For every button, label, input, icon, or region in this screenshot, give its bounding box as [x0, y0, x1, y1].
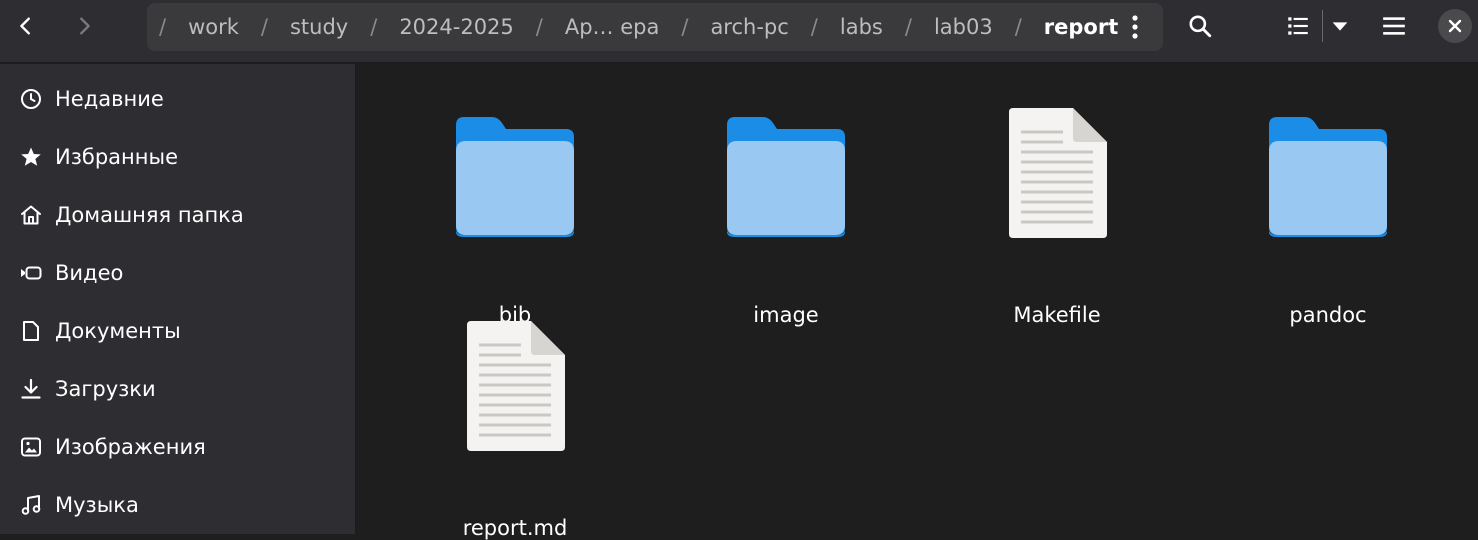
sidebar-item-label: Недавние — [55, 87, 164, 111]
search-icon — [1189, 15, 1212, 38]
sidebar-item-pictures[interactable]: Изображения — [0, 422, 356, 472]
sidebar-item-label: Домашняя папка — [55, 203, 244, 227]
file-name: pandoc — [1289, 303, 1367, 327]
file-item-report-md[interactable]: report.md — [415, 321, 615, 540]
music-icon — [18, 492, 44, 518]
list-view-icon — [1288, 17, 1308, 35]
path-bar: / work / study / 2024-2025 / Ар… ера / a… — [147, 3, 1163, 51]
sidebar-item-home[interactable]: Домашняя папка — [0, 190, 356, 240]
image-icon — [18, 434, 44, 460]
path-segment-year[interactable]: 2024-2025 — [399, 15, 513, 39]
view-list-button[interactable] — [1280, 6, 1316, 46]
sidebar-item-videos[interactable]: Видео — [0, 248, 356, 298]
clock-icon — [18, 86, 44, 112]
path-segment-lab03[interactable]: lab03 — [934, 15, 993, 39]
sidebar-item-label: Загрузки — [55, 377, 156, 401]
file-item-makefile[interactable]: Makefile — [957, 108, 1157, 327]
sidebar-item-starred[interactable]: Избранные — [0, 132, 356, 182]
home-icon — [18, 202, 44, 228]
hamburger-menu-icon — [1383, 17, 1405, 35]
sidebar-item-music[interactable]: Музыка — [0, 480, 356, 530]
sidebar-item-recent[interactable]: Недавние — [0, 74, 356, 124]
file-grid: bib image Makefile pandoc report.md — [357, 64, 1478, 540]
video-icon — [18, 260, 44, 286]
sidebar-item-label: Музыка — [55, 493, 139, 517]
chevron-left-icon — [20, 17, 30, 35]
path-segment-study[interactable]: study — [290, 15, 348, 39]
forward-button[interactable] — [64, 8, 104, 44]
sidebar-item-label: Видео — [55, 261, 124, 285]
sidebar-item-downloads[interactable]: Загрузки — [0, 364, 356, 414]
view-options-dropdown[interactable] — [1326, 6, 1354, 46]
folder-icon — [722, 108, 850, 240]
text-file-icon — [451, 321, 579, 453]
header-bar: / work / study / 2024-2025 / Ар… ера / a… — [0, 0, 1478, 63]
path-separator: / — [260, 15, 268, 39]
close-window-button[interactable] — [1438, 9, 1472, 43]
path-separator: / — [681, 15, 689, 39]
folder-icon — [451, 108, 579, 240]
path-segment-arch-pc[interactable]: arch-pc — [710, 15, 788, 39]
text-file-icon — [993, 108, 1121, 240]
sidebar-item-label: Избранные — [55, 145, 178, 169]
file-item-bib[interactable]: bib — [415, 108, 615, 327]
search-button[interactable] — [1180, 6, 1220, 46]
path-separator: / — [810, 15, 818, 39]
chevron-right-icon — [80, 17, 90, 35]
file-name: report.md — [462, 516, 568, 540]
sidebar: Недавние Избранные Домашняя папка Видео … — [0, 64, 356, 534]
path-segment-labs[interactable]: labs — [840, 15, 883, 39]
path-segment-current[interactable]: report — [1044, 15, 1118, 39]
path-segment-collapsed[interactable]: Ар… ера — [565, 15, 660, 39]
close-icon — [1448, 19, 1462, 33]
star-icon — [18, 144, 44, 170]
file-item-pandoc[interactable]: pandoc — [1228, 108, 1428, 327]
sidebar-item-label: Документы — [55, 319, 181, 343]
download-icon — [18, 376, 44, 402]
main-menu-button[interactable] — [1374, 6, 1414, 46]
folder-icon — [1264, 108, 1392, 240]
path-separator: / — [370, 15, 378, 39]
document-icon — [18, 318, 44, 344]
path-separator: / — [159, 15, 167, 39]
file-name: Makefile — [1013, 303, 1101, 327]
vertical-dots-icon — [1132, 15, 1138, 39]
path-menu-button[interactable] — [1123, 13, 1147, 41]
toolbar-divider — [1322, 10, 1323, 42]
file-name: image — [753, 303, 819, 327]
sidebar-item-label: Изображения — [55, 435, 206, 459]
file-item-image[interactable]: image — [686, 108, 886, 327]
path-separator: / — [535, 15, 543, 39]
path-separator: / — [904, 15, 912, 39]
path-separator: / — [1014, 15, 1022, 39]
sidebar-item-documents[interactable]: Документы — [0, 306, 356, 356]
path-segment-work[interactable]: work — [188, 15, 239, 39]
back-button[interactable] — [6, 8, 46, 44]
caret-down-icon — [1332, 22, 1348, 31]
